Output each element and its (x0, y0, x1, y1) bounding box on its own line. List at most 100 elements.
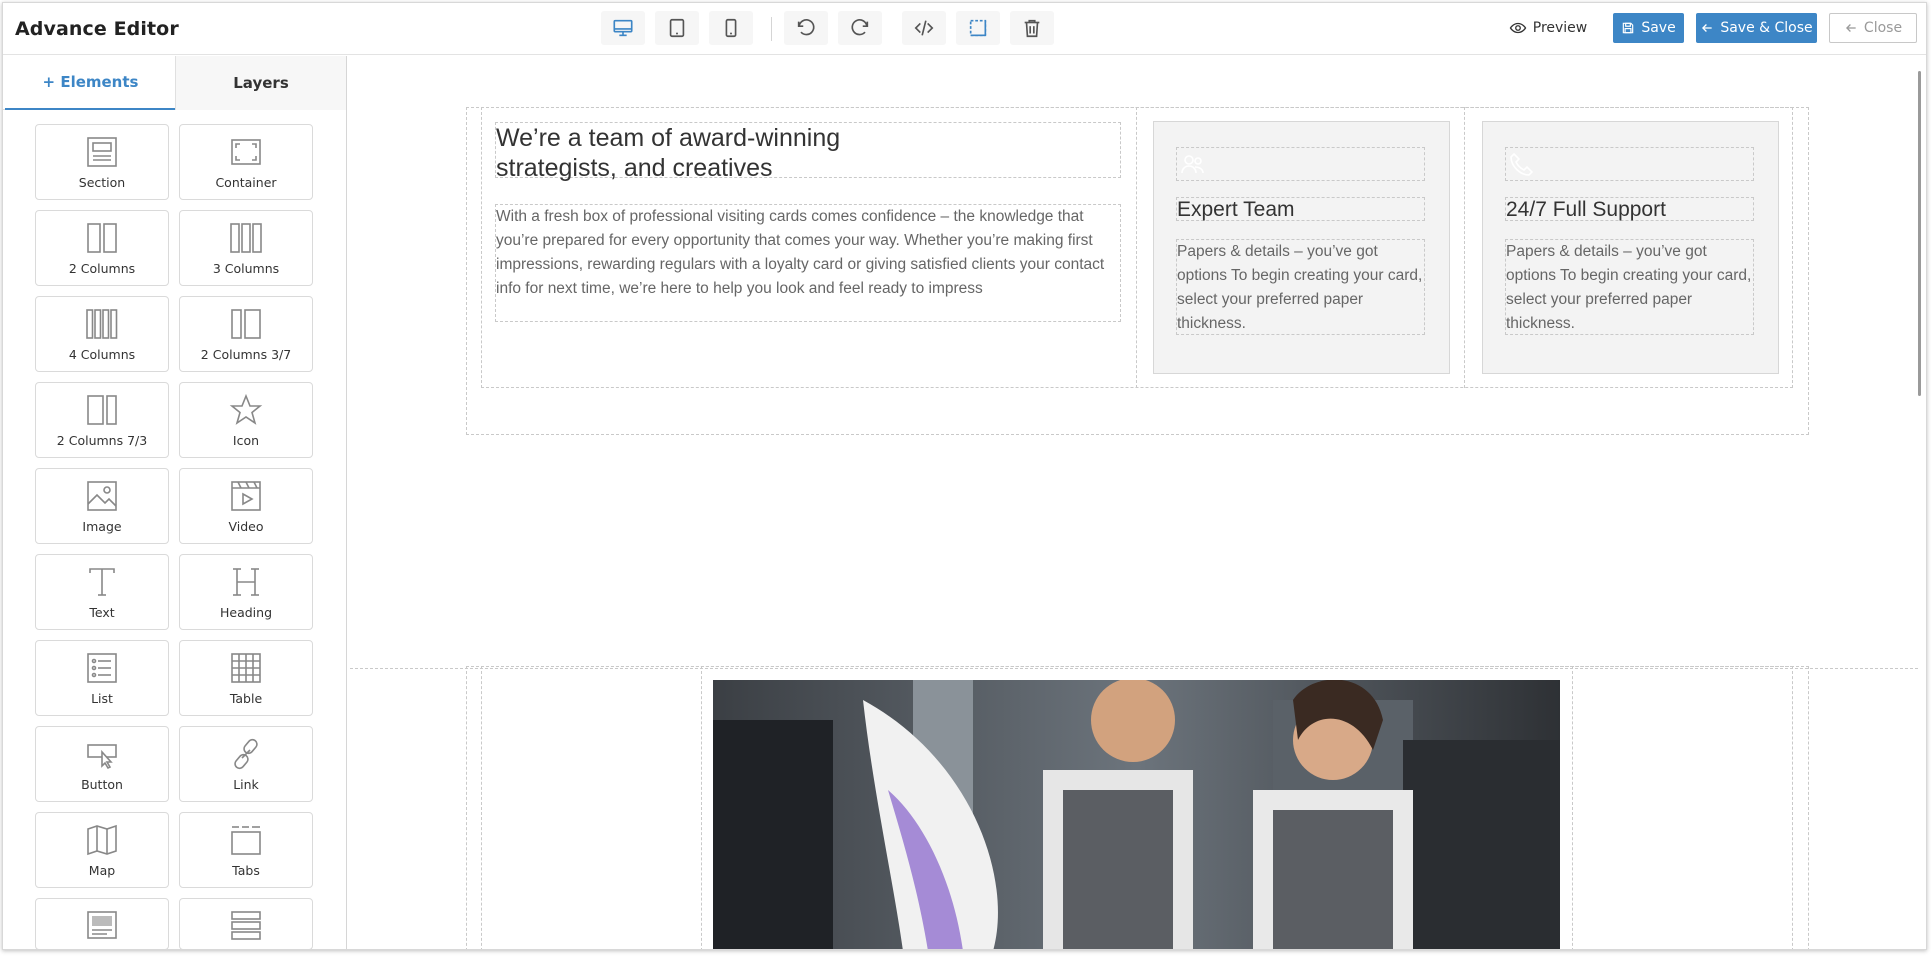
element-label: Section (78, 175, 126, 190)
undo-icon (797, 19, 815, 36)
button-icon (87, 744, 117, 770)
device-mobile-button[interactable] (709, 11, 753, 45)
rows-icon (231, 911, 261, 940)
container-icon (231, 139, 261, 165)
section-icon (87, 137, 117, 167)
element-map[interactable]: Map (35, 812, 169, 888)
element-label: 3 Columns (212, 261, 280, 276)
element-section[interactable]: Section (35, 124, 169, 200)
element-link[interactable]: Link (179, 726, 313, 802)
canvas-scrollbar[interactable] (1918, 71, 1921, 396)
feature-icon-block[interactable] (1505, 147, 1754, 181)
feature-text[interactable]: Papers & details – you’ve got options To… (1176, 239, 1425, 335)
feature-text[interactable]: Papers & details – you’ve got options To… (1505, 239, 1754, 335)
element-label: 4 Columns (68, 347, 136, 362)
element-label: Table (229, 691, 263, 706)
elements-sidebar: + Elements Layers Section Container 2 Co… (3, 56, 347, 949)
toggle-outline-button[interactable] (956, 11, 1000, 45)
close-label: Close (1863, 20, 1903, 36)
tab-elements[interactable]: + Elements (5, 56, 176, 110)
save-button[interactable]: Save (1613, 13, 1684, 43)
heading-icon (233, 568, 259, 596)
tabs-icon (231, 826, 261, 855)
two-columns-icon (87, 223, 117, 253)
element-label: List (91, 691, 113, 706)
phone-icon (1510, 152, 1534, 176)
save-close-label: Save & Close (1720, 20, 1813, 36)
card-icon (87, 911, 117, 939)
element-rows[interactable] (179, 898, 313, 949)
photo-illustration (713, 680, 1560, 949)
element-button[interactable]: Button (35, 726, 169, 802)
element-icon[interactable]: Icon (179, 382, 313, 458)
element-text[interactable]: Text (35, 554, 169, 630)
heading-block[interactable]: We’re a team of award-winning strategist… (495, 122, 1121, 182)
video-icon (231, 481, 261, 511)
element-4-columns[interactable]: 4 Columns (35, 296, 169, 372)
element-container[interactable]: Container (179, 124, 313, 200)
preview-button[interactable]: Preview (1508, 13, 1588, 43)
list-icon (87, 653, 117, 683)
element-label: Icon (232, 433, 260, 448)
element-label: Text (89, 605, 115, 620)
feature-title[interactable]: 24/7 Full Support (1505, 197, 1754, 221)
element-table[interactable]: Table (179, 640, 313, 716)
mobile-icon (725, 18, 737, 38)
redo-button[interactable] (838, 11, 882, 45)
element-label: 2 Columns 3/7 (200, 347, 292, 362)
link-icon (234, 738, 258, 770)
element-label: Tabs (232, 863, 260, 878)
close-button[interactable]: Close (1829, 13, 1917, 43)
code-icon (914, 20, 934, 36)
photo-printing-workers-image[interactable] (713, 680, 1560, 949)
star-icon (229, 393, 263, 425)
outline-icon (969, 19, 987, 37)
four-columns-icon (86, 309, 118, 339)
element-heading[interactable]: Heading (179, 554, 313, 630)
element-2-columns-7-3[interactable]: 2 Columns 7/3 (35, 382, 169, 458)
element-label: Video (228, 519, 264, 534)
editor-window: Advance Editor Preview Save Save & Close… (2, 2, 1927, 950)
tablet-icon (669, 18, 685, 38)
element-list[interactable]: List (35, 640, 169, 716)
element-label: Link (233, 777, 259, 792)
device-desktop-button[interactable] (601, 11, 645, 45)
text-icon (89, 568, 115, 596)
device-tablet-button[interactable] (655, 11, 699, 45)
element-label: Heading (219, 605, 272, 620)
feature-icon-block[interactable] (1176, 147, 1425, 181)
top-bar: Advance Editor Preview Save Save & Close… (3, 3, 1926, 55)
arrow-left-icon (1845, 24, 1856, 32)
two-columns-7-3-icon (87, 395, 117, 425)
tab-layers[interactable]: Layers (175, 56, 346, 110)
three-columns-icon (230, 223, 262, 253)
map-icon (87, 824, 117, 856)
feature-card[interactable]: 24/7 Full Support Papers & details – you… (1482, 121, 1779, 374)
clear-canvas-button[interactable] (1010, 11, 1054, 45)
table-icon (231, 653, 261, 683)
app-title: Advance Editor (15, 18, 179, 40)
element-label: Button (81, 777, 123, 792)
element-video[interactable]: Video (179, 468, 313, 544)
paragraph-block[interactable]: With a fresh box of professional visitin… (495, 204, 1121, 322)
code-view-button[interactable] (902, 11, 946, 45)
feature-title[interactable]: Expert Team (1176, 197, 1425, 221)
element-2-columns-3-7[interactable]: 2 Columns 3/7 (179, 296, 313, 372)
preview-label: Preview (1532, 20, 1588, 36)
sidebar-tabs: + Elements Layers (3, 56, 346, 110)
element-2-columns[interactable]: 2 Columns (35, 210, 169, 286)
trash-icon (1024, 19, 1040, 38)
save-and-close-button[interactable]: Save & Close (1696, 13, 1817, 43)
element-tabs[interactable]: Tabs (179, 812, 313, 888)
element-card[interactable] (35, 898, 169, 949)
undo-button[interactable] (784, 11, 828, 45)
section-heading: We’re a team of award-winning strategist… (496, 124, 841, 182)
element-3-columns[interactable]: 3 Columns (179, 210, 313, 286)
feature-card[interactable]: Expert Team Papers & details – you’ve go… (1153, 121, 1450, 374)
eye-icon (1509, 22, 1527, 34)
element-label: Map (88, 863, 116, 878)
redo-icon (851, 19, 869, 36)
element-image[interactable]: Image (35, 468, 169, 544)
toolbar-separator (771, 17, 772, 41)
save-label: Save (1641, 20, 1676, 36)
